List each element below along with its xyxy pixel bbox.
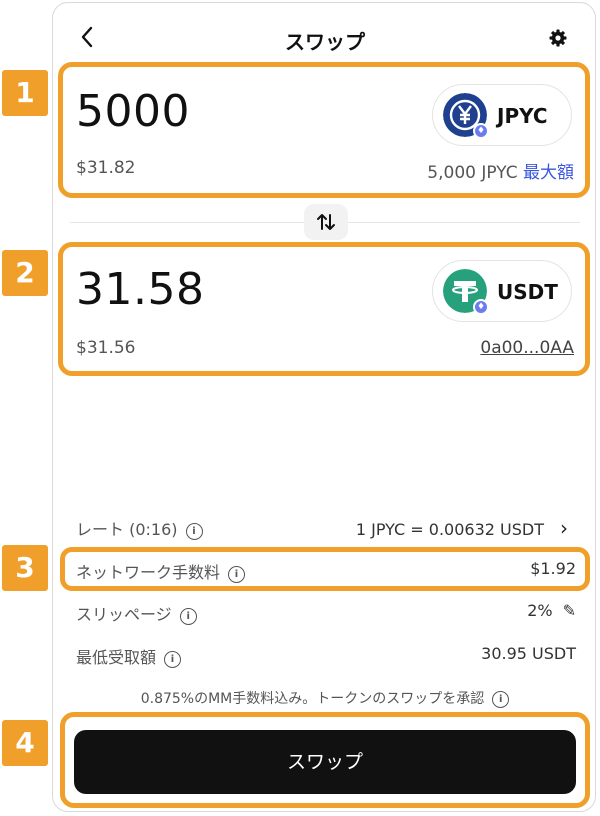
swap-arrows-icon bbox=[317, 214, 335, 230]
min-received-row: 最低受取額 i 30.95 USDT bbox=[76, 644, 576, 668]
buy-amount-input[interactable]: 31.58 bbox=[76, 264, 204, 315]
buy-token-name: USDT bbox=[497, 280, 558, 304]
network-fee-row: ネットワーク手数料 i $1.92 bbox=[76, 559, 576, 583]
sell-usd-value: $31.82 bbox=[76, 158, 136, 178]
max-amount-link[interactable]: 最大額 bbox=[523, 163, 574, 183]
swap-button[interactable]: スワップ bbox=[74, 730, 576, 794]
rate-label: レート (0:16) bbox=[76, 520, 178, 539]
step-badge-1: 1 bbox=[2, 70, 48, 116]
sell-token-name: JPYC bbox=[497, 104, 548, 128]
info-icon[interactable]: i bbox=[164, 651, 182, 668]
sell-token-selector[interactable]: ♦ JPYC bbox=[432, 84, 572, 146]
pencil-icon[interactable]: ✎ bbox=[563, 601, 576, 620]
sell-amount-input[interactable]: 5000 bbox=[76, 86, 190, 137]
step-badge-3: 3 bbox=[2, 545, 48, 591]
fee-note-text: 0.875%のMM手数料込み。トークンのスワップを承認 bbox=[140, 691, 485, 707]
info-icon[interactable]: i bbox=[179, 608, 197, 625]
info-icon[interactable]: i bbox=[185, 523, 203, 540]
min-received-value: 30.95 USDT bbox=[481, 644, 576, 663]
slippage-label: スリッページ bbox=[76, 605, 172, 624]
step-badge-2: 2 bbox=[2, 250, 48, 296]
info-icon[interactable]: i bbox=[492, 691, 510, 708]
buy-token-selector[interactable]: ♦ USDT bbox=[432, 260, 572, 322]
min-received-label: 最低受取額 bbox=[76, 648, 157, 667]
network-fee-label: ネットワーク手数料 bbox=[76, 563, 221, 582]
recipient-address-link[interactable]: 0a00...0AA bbox=[480, 338, 574, 358]
step-badge-4: 4 bbox=[2, 720, 48, 766]
page-title: スワップ bbox=[285, 30, 365, 54]
chevron-right-icon: › bbox=[560, 516, 568, 540]
balance-text: 5,000 JPYC bbox=[427, 163, 518, 183]
rate-value: 1 JPYC = 0.00632 USDT bbox=[355, 520, 544, 539]
rate-row[interactable]: レート (0:16) i 1 JPYC = 0.00632 USDT › bbox=[76, 516, 576, 540]
slippage-row[interactable]: スリッページ i 2% ✎ bbox=[76, 601, 576, 625]
ethereum-chain-icon: ♦ bbox=[473, 123, 489, 139]
ethereum-chain-icon: ♦ bbox=[473, 299, 489, 315]
buy-usd-value: $31.56 bbox=[76, 338, 136, 358]
settings-gear-icon[interactable] bbox=[548, 28, 568, 48]
sell-balance: 5,000 JPYC 最大額 bbox=[427, 158, 574, 183]
info-icon[interactable]: i bbox=[228, 566, 246, 583]
network-fee-value: $1.92 bbox=[530, 559, 576, 578]
fee-note: 0.875%のMM手数料込み。トークンのスワップを承認 i bbox=[0, 688, 600, 708]
slippage-value: 2% bbox=[527, 601, 553, 620]
swap-direction-button[interactable] bbox=[304, 204, 348, 240]
